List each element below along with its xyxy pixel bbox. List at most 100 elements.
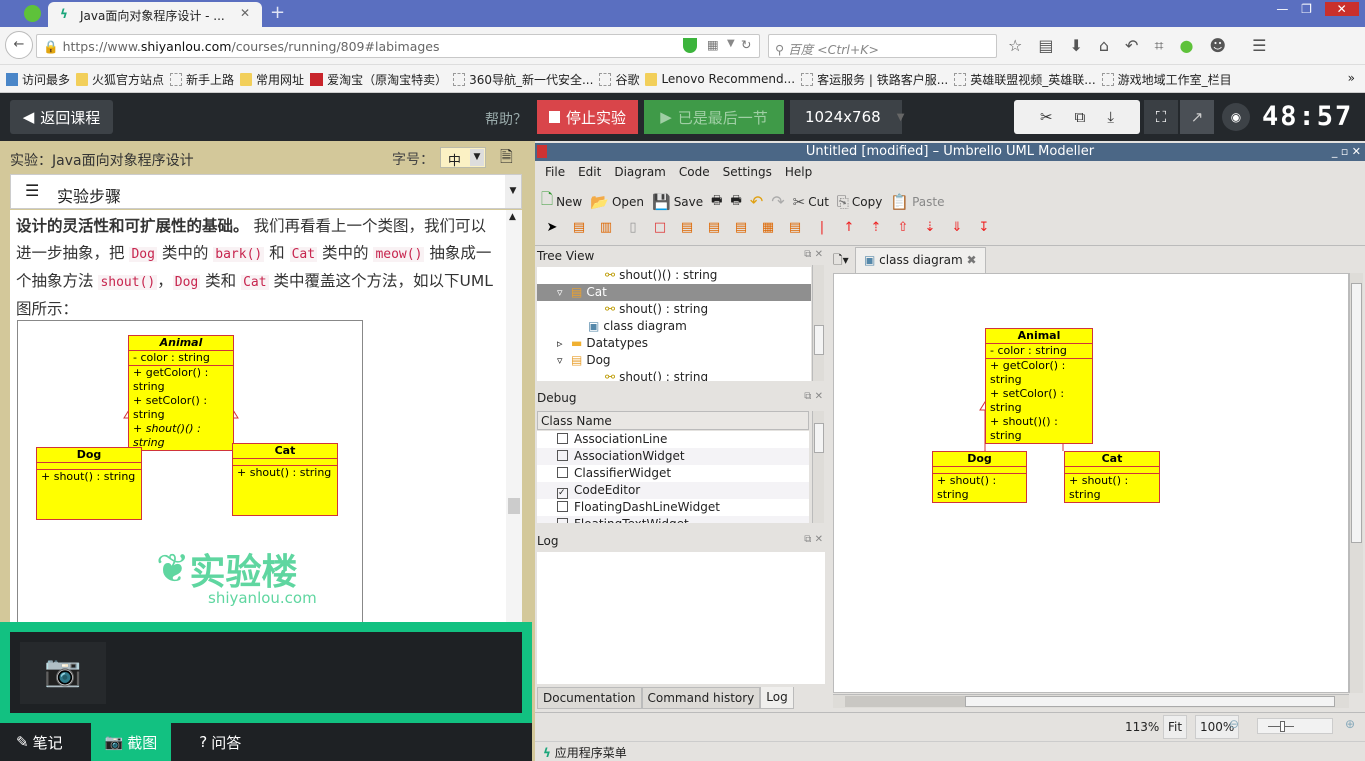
checkbox[interactable] <box>557 433 568 444</box>
menu-edit[interactable]: Edit <box>578 165 601 179</box>
tree-item[interactable]: ▹ ▬ Datatypes <box>537 335 811 352</box>
wechat-chat-icon[interactable]: ● <box>1179 36 1193 56</box>
minimize-icon[interactable]: — <box>1276 2 1288 16</box>
package-tool-icon[interactable]: ▦ <box>759 220 777 235</box>
tab-active[interactable]: ϟ Java面向对象程序设计 - ... ✕ <box>48 2 262 27</box>
tree-scrollbar[interactable] <box>812 265 824 381</box>
resolution-select[interactable]: 1024x768 ▼ <box>790 100 904 134</box>
checkbox[interactable] <box>557 467 568 478</box>
bookmark-item[interactable]: Lenovo Recommend... <box>645 65 795 93</box>
last-section-button[interactable]: ▶ 已是最后一节 <box>644 100 784 134</box>
aggregation-tool-icon[interactable]: ⇣ <box>921 220 939 235</box>
eye-icon[interactable]: ◉ <box>1222 103 1250 131</box>
bookmark-item[interactable]: 新手上路 <box>170 65 234 93</box>
download-icon[interactable]: ⬇ <box>1069 36 1082 56</box>
share-screen-icon[interactable]: ⧉ <box>1075 108 1086 126</box>
class-tool-icon[interactable]: ▤ <box>570 220 588 235</box>
debug-class-item[interactable]: ClassifierWidget <box>537 465 809 482</box>
enum-tool-icon[interactable]: ▤ <box>705 220 723 235</box>
url-field[interactable]: 🔒 https://www.shiyanlou.com/courses/runn… <box>36 34 760 58</box>
collapse-arrow-icon[interactable]: ▿ <box>557 352 571 369</box>
menu-diagram[interactable]: Diagram <box>614 165 666 179</box>
close-window-icon[interactable]: ✕ <box>1324 2 1359 16</box>
menu-settings[interactable]: Settings <box>723 165 772 179</box>
association-tool-icon[interactable]: | <box>813 220 831 235</box>
save-button[interactable]: 💾 Save <box>652 193 703 211</box>
window-controls[interactable]: — ❐ ✕ <box>1270 0 1365 18</box>
emoji-icon[interactable]: ☻ <box>1209 36 1226 56</box>
diagram-canvas[interactable]: Animal - color : string + getColor() : str… <box>833 273 1349 693</box>
home-icon[interactable]: ⌂ <box>1099 36 1109 56</box>
entity-tool-icon[interactable]: ▤ <box>732 220 750 235</box>
containment-tool-icon[interactable]: ↧ <box>975 220 993 235</box>
open-button[interactable]: 📂 Open <box>590 193 644 211</box>
generalization-tool-icon[interactable]: ↑ <box>840 220 858 235</box>
dock-buttons[interactable]: ⧉ ✕ <box>804 534 823 548</box>
back-to-course-button[interactable]: ◀ 返回课程 <box>10 100 113 134</box>
debug-class-item[interactable]: FloatingTextWidget <box>537 516 809 523</box>
bookmark-item[interactable]: 常用网址 <box>240 65 304 93</box>
tree-item[interactable]: ⚯ shout() : string <box>537 301 811 318</box>
reload-icon[interactable]: ↻ <box>741 37 751 52</box>
document-icon[interactable]: 🗎 <box>500 146 513 173</box>
bookmark-item[interactable]: 客运服务 | 铁路客户服... <box>801 65 948 93</box>
restore-icon[interactable]: ❐ <box>1301 2 1312 16</box>
scissors-icon[interactable]: ✂ <box>1040 108 1053 126</box>
bookmark-item[interactable]: 访问最多 <box>6 65 70 93</box>
tree-item[interactable]: ▣ class diagram <box>537 318 811 335</box>
debug-class-item[interactable]: FloatingDashLineWidget <box>537 499 809 516</box>
new-button[interactable]: 🗋 New <box>541 189 582 214</box>
fullscreen-button[interactable]: ⛶ <box>1144 100 1178 134</box>
tree-item[interactable]: ⚯ shout()() : string <box>537 267 811 284</box>
print-preview-icon[interactable]: 🖶 <box>730 191 741 212</box>
tab-question[interactable]: ? 问答 <box>183 723 257 761</box>
composition-tool-icon[interactable]: ⇓ <box>948 220 966 235</box>
bookmarks-overflow[interactable]: » <box>1348 71 1355 85</box>
bookmark-item[interactable]: 游戏地域工作室_栏目 <box>1101 65 1232 93</box>
tree-item[interactable]: ▿ ▤ Dog <box>537 352 811 369</box>
select-arrow-icon[interactable]: ➤ <box>543 220 561 235</box>
close-tab-icon[interactable]: ✖ <box>967 253 977 267</box>
cut-button[interactable]: ✂ Cut <box>793 193 829 211</box>
tab-class-diagram[interactable]: ▣ class diagram ✖ <box>855 247 986 273</box>
debug-class-item[interactable]: AssociationLine <box>537 431 809 448</box>
datatype-tool-icon[interactable]: ▤ <box>678 220 696 235</box>
debug-scrollbar[interactable] <box>812 411 824 523</box>
steps-dropdown[interactable]: ☰ 实验步骤 ▼ <box>10 174 522 209</box>
lab-content[interactable]: 设计的灵活性和可扩展性的基础。 我们再看看上一个类图，我们可以进一步抽象，把 D… <box>10 210 522 624</box>
canvas-horizontal-scrollbar[interactable] <box>833 694 1349 708</box>
canvas-vertical-scrollbar[interactable] <box>1349 273 1363 693</box>
content-scrollbar[interactable]: ▲ <box>506 210 522 624</box>
tab-pencil[interactable]: ✎ 笔记 <box>0 723 79 761</box>
checkbox[interactable]: ✓ <box>557 488 568 499</box>
debug-list[interactable]: AssociationLine AssociationWidget Classifi… <box>537 431 809 523</box>
app-menu-icon[interactable]: ϟ <box>543 746 551 760</box>
undo-icon[interactable]: ↶ <box>1125 36 1138 56</box>
checkbox[interactable] <box>557 501 568 512</box>
bookmark-item[interactable]: 火狐官方站点 <box>76 65 164 93</box>
debug-class-item[interactable]: AssociationWidget <box>537 448 809 465</box>
qr-code-icon[interactable]: ▦ <box>707 37 719 52</box>
uml-class-cat[interactable]: Cat + shout() : string <box>1064 451 1160 503</box>
help-link[interactable]: 帮助？ <box>485 109 527 129</box>
dependency-tool-icon[interactable]: ⇧ <box>894 220 912 235</box>
zoom-out-icon[interactable]: ⊖ <box>1229 717 1239 731</box>
window-buttons[interactable]: _ ▫ ✕ <box>1332 143 1361 161</box>
checkbox[interactable] <box>557 518 568 523</box>
menu-help[interactable]: Help <box>785 165 812 179</box>
realization-tool-icon[interactable]: ⇡ <box>867 220 885 235</box>
search-input[interactable]: ⚲ 百度 <Ctrl+K> <box>768 34 997 58</box>
box-tool-icon[interactable]: □ <box>651 220 669 235</box>
wechat-icon[interactable] <box>24 5 41 22</box>
redo-icon[interactable]: ↷ <box>771 192 784 211</box>
dropdown-icon[interactable]: ▼ <box>727 38 735 49</box>
bookmark-star-icon[interactable]: ☆ <box>1008 36 1022 56</box>
dock-tab-command-history[interactable]: Command history <box>641 687 761 709</box>
font-size-select[interactable]: 中 ▼ <box>440 147 486 169</box>
add-screenshot-button[interactable]: 📷 <box>20 642 106 704</box>
bookmark-item[interactable]: 360导航_新一代安全... <box>453 65 593 93</box>
dock-buttons[interactable]: ⧉ ✕ <box>804 249 823 263</box>
copy-button[interactable]: ⎘ Copy <box>837 193 882 211</box>
dock-tab-documentation[interactable]: Documentation <box>537 687 642 709</box>
menu-file[interactable]: File <box>545 165 565 179</box>
